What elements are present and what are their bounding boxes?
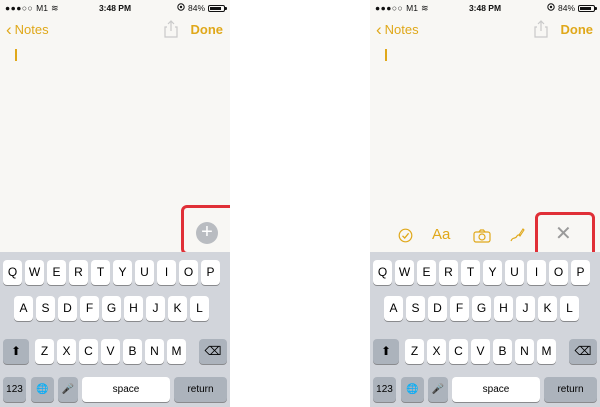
text-cursor bbox=[385, 49, 387, 61]
camera-icon[interactable] bbox=[473, 229, 491, 248]
key-r[interactable]: R bbox=[439, 260, 458, 285]
key-b[interactable]: B bbox=[123, 339, 142, 364]
key-d[interactable]: D bbox=[58, 296, 77, 321]
done-button[interactable]: Done bbox=[191, 22, 224, 37]
return-key[interactable]: return bbox=[544, 377, 597, 402]
key-z[interactable]: Z bbox=[35, 339, 54, 364]
key-n[interactable]: N bbox=[145, 339, 164, 364]
keyboard: Q W E R T Y U I O P A S D F G H J K L ⬆ … bbox=[370, 252, 600, 407]
text-cursor bbox=[15, 49, 17, 61]
key-e[interactable]: E bbox=[47, 260, 66, 285]
key-v[interactable]: V bbox=[101, 339, 120, 364]
key-u[interactable]: U bbox=[135, 260, 154, 285]
sketch-icon[interactable] bbox=[509, 227, 525, 248]
key-s[interactable]: S bbox=[36, 296, 55, 321]
key-k[interactable]: K bbox=[538, 296, 557, 321]
key-p[interactable]: P bbox=[201, 260, 220, 285]
keyboard: Q W E R T Y U I O P A S D F G H J K L ⬆ … bbox=[0, 252, 230, 407]
key-q[interactable]: Q bbox=[373, 260, 392, 285]
key-h[interactable]: H bbox=[124, 296, 143, 321]
key-r[interactable]: R bbox=[69, 260, 88, 285]
nav-bar: ‹ Notes Done bbox=[370, 17, 600, 43]
status-bar: ●●●○○ M1 ≋ 3:48 PM 84% bbox=[370, 0, 600, 16]
space-key[interactable]: space bbox=[82, 377, 170, 402]
key-f[interactable]: F bbox=[80, 296, 99, 321]
microphone-icon[interactable]: 🎤 bbox=[58, 377, 78, 402]
status-bar: ●●●○○ M1 ≋ 3:48 PM 84% bbox=[0, 0, 230, 16]
key-j[interactable]: J bbox=[516, 296, 535, 321]
delete-icon[interactable]: ⌫ bbox=[569, 339, 597, 364]
key-v[interactable]: V bbox=[471, 339, 490, 364]
key-b[interactable]: B bbox=[493, 339, 512, 364]
key-j[interactable]: J bbox=[146, 296, 165, 321]
key-n[interactable]: N bbox=[515, 339, 534, 364]
key-i[interactable]: I bbox=[157, 260, 176, 285]
numbers-key[interactable]: 123 bbox=[373, 377, 396, 402]
key-f[interactable]: F bbox=[450, 296, 469, 321]
back-chevron-icon: ‹ bbox=[376, 20, 382, 39]
key-p[interactable]: P bbox=[571, 260, 590, 285]
key-w[interactable]: W bbox=[395, 260, 414, 285]
key-o[interactable]: O bbox=[549, 260, 568, 285]
back-button[interactable]: ‹ Notes bbox=[376, 21, 419, 38]
notes-screen-right: ●●●○○ M1 ≋ 3:48 PM 84% ‹ Notes Done Aa ✕ bbox=[370, 0, 600, 407]
done-button[interactable]: Done bbox=[561, 22, 594, 37]
key-y[interactable]: Y bbox=[483, 260, 502, 285]
key-y[interactable]: Y bbox=[113, 260, 132, 285]
key-m[interactable]: M bbox=[167, 339, 186, 364]
highlight-box bbox=[181, 205, 230, 255]
key-t[interactable]: T bbox=[461, 260, 480, 285]
shift-icon[interactable]: ⬆ bbox=[3, 339, 29, 364]
key-x[interactable]: X bbox=[427, 339, 446, 364]
key-i[interactable]: I bbox=[527, 260, 546, 285]
status-time: 3:48 PM bbox=[98, 3, 132, 13]
return-key[interactable]: return bbox=[174, 377, 227, 402]
key-a[interactable]: A bbox=[14, 296, 33, 321]
key-h[interactable]: H bbox=[494, 296, 513, 321]
key-c[interactable]: C bbox=[79, 339, 98, 364]
key-g[interactable]: G bbox=[472, 296, 491, 321]
key-e[interactable]: E bbox=[417, 260, 436, 285]
key-k[interactable]: K bbox=[168, 296, 187, 321]
checklist-icon[interactable] bbox=[398, 228, 413, 248]
globe-icon[interactable]: 🌐 bbox=[31, 377, 54, 402]
globe-icon[interactable]: 🌐 bbox=[401, 377, 424, 402]
key-s[interactable]: S bbox=[406, 296, 425, 321]
battery-icon bbox=[578, 4, 597, 12]
share-icon[interactable] bbox=[534, 20, 548, 38]
key-a[interactable]: A bbox=[384, 296, 403, 321]
key-c[interactable]: C bbox=[449, 339, 468, 364]
key-o[interactable]: O bbox=[179, 260, 198, 285]
key-t[interactable]: T bbox=[91, 260, 110, 285]
key-l[interactable]: L bbox=[190, 296, 209, 321]
back-button[interactable]: ‹ Notes bbox=[6, 21, 49, 38]
key-g[interactable]: G bbox=[102, 296, 121, 321]
back-label: Notes bbox=[14, 22, 49, 37]
format-text-icon[interactable]: Aa bbox=[432, 227, 450, 243]
back-chevron-icon: ‹ bbox=[6, 20, 12, 39]
key-z[interactable]: Z bbox=[405, 339, 424, 364]
key-q[interactable]: Q bbox=[3, 260, 22, 285]
key-m[interactable]: M bbox=[537, 339, 556, 364]
numbers-key[interactable]: 123 bbox=[3, 377, 26, 402]
share-icon[interactable] bbox=[164, 20, 178, 38]
battery-icon bbox=[208, 4, 227, 12]
space-key[interactable]: space bbox=[452, 377, 540, 402]
notes-screen-left: ●●●○○ M1 ≋ 3:48 PM 84% ‹ Notes Done + Q … bbox=[0, 0, 230, 407]
delete-icon[interactable]: ⌫ bbox=[199, 339, 227, 364]
key-u[interactable]: U bbox=[505, 260, 524, 285]
status-time: 3:48 PM bbox=[468, 3, 502, 13]
key-w[interactable]: W bbox=[25, 260, 44, 285]
shift-icon[interactable]: ⬆ bbox=[373, 339, 399, 364]
key-d[interactable]: D bbox=[428, 296, 447, 321]
key-l[interactable]: L bbox=[560, 296, 579, 321]
key-x[interactable]: X bbox=[57, 339, 76, 364]
microphone-icon[interactable]: 🎤 bbox=[428, 377, 448, 402]
nav-bar: ‹ Notes Done bbox=[0, 17, 230, 43]
back-label: Notes bbox=[384, 22, 419, 37]
